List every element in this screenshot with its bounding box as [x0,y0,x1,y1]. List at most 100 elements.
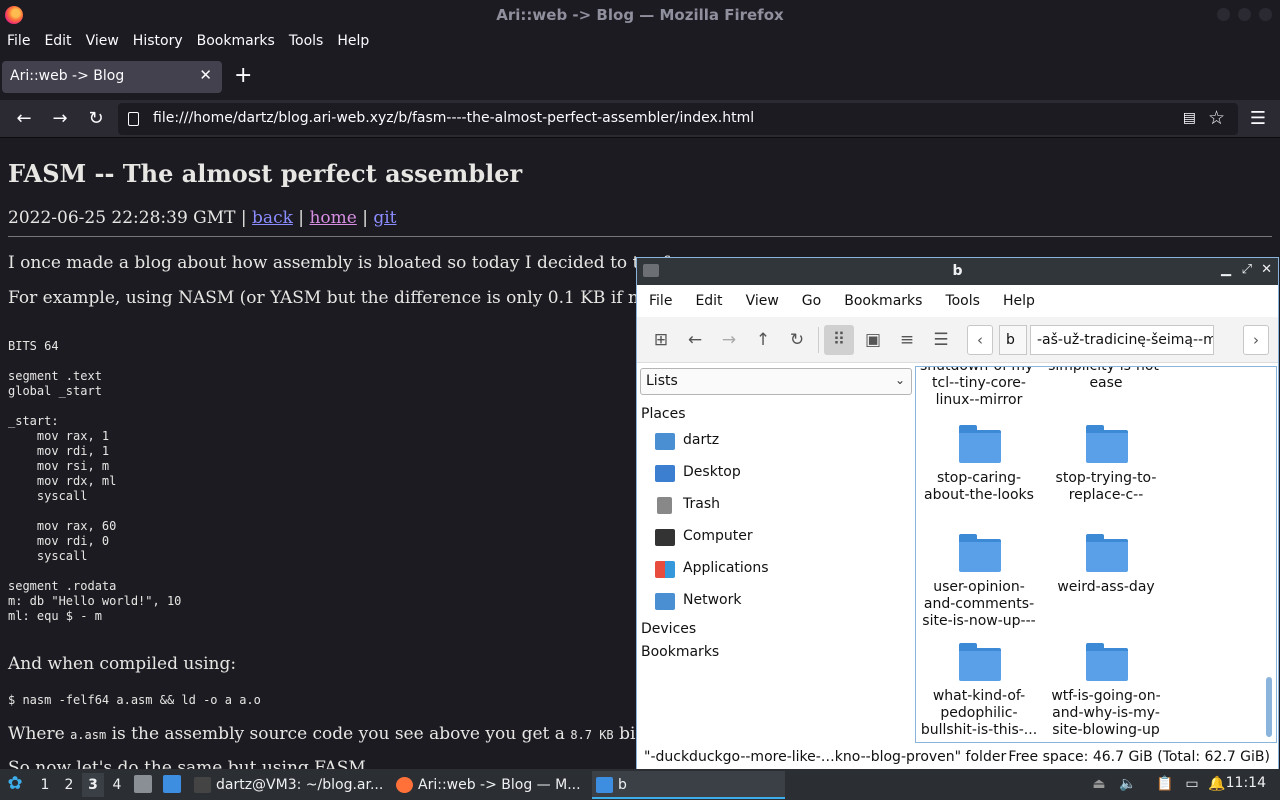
icon-view-icon[interactable]: ⠿ [824,325,854,355]
update-notifier-icon[interactable]: 🔔 [1208,775,1226,793]
close-icon[interactable]: ✕ [1261,262,1272,277]
menu-view[interactable]: View [86,29,119,55]
file-manager-launcher-icon[interactable] [134,775,152,793]
separator: | [362,208,368,228]
folder-label: weird-ass-day [1057,579,1155,595]
fm-menu-tools[interactable]: Tools [945,285,980,317]
file-manager-toolbar: ⊞ ← → ↑ ↻ ⠿ ▣ ≡ ☰ ‹ b -aš-už-tradicinę-š… [637,317,1278,363]
clipboard-icon[interactable]: 📋 [1156,775,1174,793]
place-dartz[interactable]: dartz [653,428,911,456]
workspace-2[interactable]: 2 [58,773,80,797]
new-tab-button[interactable]: + [234,63,252,89]
text: Where [8,724,71,744]
compact-view-icon[interactable]: ≡ [892,325,922,355]
fm-menu-go[interactable]: Go [802,285,821,317]
path-scroll-right-icon[interactable]: › [1243,325,1269,355]
navigation-toolbar: ← → ↻ file:///home/dartz/blog.ari-web.xy… [0,100,1280,138]
menu-bookmarks[interactable]: Bookmarks [197,29,275,55]
volume-icon[interactable]: 🔈 [1119,775,1137,793]
git-link[interactable]: git [373,208,396,228]
close-button[interactable] [1259,8,1272,21]
task-label: b [618,777,627,793]
task-label: Ari::web -> Blog — M... [418,777,581,793]
fm-menu-file[interactable]: File [649,285,672,317]
place-applications[interactable]: Applications [653,556,911,584]
back-arrow-icon[interactable]: ← [12,107,36,131]
separator: | [240,208,247,228]
toolbar-separator [818,327,819,353]
place-label: Network [683,592,742,608]
network-icon [655,593,675,610]
folder-icon [959,643,1001,681]
back-link[interactable]: back [252,208,293,228]
task-file-manager[interactable]: b [592,771,785,799]
computer-icon [655,529,675,546]
task-terminal[interactable]: dartz@VM3: ~/blog.ar... [190,771,390,799]
url-bar[interactable]: file:///home/dartz/blog.ari-web.xyz/b/fa… [118,103,1238,135]
bookmarks-heading: Bookmarks [641,644,720,660]
file-manager-titlebar: b ▁ ⤢ ✕ [637,258,1278,285]
thumbnail-view-icon[interactable]: ▣ [858,325,888,355]
reload-icon[interactable]: ↻ [782,325,812,355]
minimize-button[interactable] [1217,8,1230,21]
menu-edit[interactable]: Edit [44,29,71,55]
place-label: Computer [683,528,753,544]
paragraph-3: And when compiled using: [8,654,237,674]
inline-code: 8.7 KB [570,728,614,742]
maximize-icon[interactable]: ⤢ [1242,262,1252,277]
place-computer[interactable]: Computer [653,524,911,552]
reader-view-icon[interactable]: ▤ [1183,110,1196,126]
url-text[interactable]: file:///home/dartz/blog.ari-web.xyz/b/fa… [153,110,754,126]
side-pane-mode-select[interactable]: Lists ⌄ [640,368,912,395]
minimize-icon[interactable]: ▁ [1221,262,1231,277]
desktop-icon [655,465,675,482]
path-segment-current[interactable]: -aš-už-tradicinę-šeimą--mover [1030,325,1214,355]
folder-icon-view: shutdown-of-my-tcl--tiny-core-linux--mir… [915,366,1277,743]
firefox-window-controls [1217,8,1272,21]
network-status-icon[interactable]: ▭ [1183,775,1201,793]
divider [8,236,1272,237]
path-scroll-left-icon[interactable]: ‹ [967,325,993,355]
code-block: BITS 64 segment .text global _start _sta… [8,339,182,623]
menu-tools[interactable]: Tools [289,29,324,55]
fm-menu-edit[interactable]: Edit [695,285,722,317]
workspace-4[interactable]: 4 [106,773,128,797]
vertical-scrollbar[interactable] [1266,677,1272,737]
devices-heading: Devices [641,621,697,637]
hamburger-menu-icon[interactable]: ☰ [1250,108,1266,129]
close-tab-icon[interactable]: ✕ [199,66,212,84]
bookmark-star-icon[interactable]: ☆ [1208,107,1225,129]
home-link[interactable]: home [309,208,356,228]
applications-icon [655,561,675,578]
forward-arrow-icon[interactable]: → [48,107,72,131]
new-tab-icon[interactable]: ⊞ [646,325,676,355]
tab-blog[interactable]: Ari::web -> Blog ✕ [2,61,222,93]
forward-arrow-icon[interactable]: → [714,325,744,355]
task-firefox[interactable]: Ari::web -> Blog — M... [392,771,592,799]
menu-history[interactable]: History [133,29,183,55]
clock[interactable]: 11:14 [1226,775,1266,791]
start-menu-icon[interactable]: ✿ [6,775,24,793]
reload-icon[interactable]: ↻ [84,107,108,131]
up-arrow-icon[interactable]: ↑ [748,325,778,355]
eject-icon[interactable]: ⏏ [1090,775,1108,793]
path-segment-b[interactable]: b [999,325,1027,355]
workspace-1[interactable]: 1 [34,773,56,797]
maximize-button[interactable] [1238,8,1251,21]
workspace-3[interactable]: 3 [82,773,104,797]
fm-menu-bookmarks[interactable]: Bookmarks [844,285,922,317]
paragraph-4: Where a.asm is the assembly source code … [8,724,674,744]
inline-code: a.asm [70,728,107,742]
detailed-list-view-icon[interactable]: ☰ [926,325,956,355]
fm-menu-view[interactable]: View [746,285,779,317]
menu-file[interactable]: File [7,29,30,55]
desktop-launcher-icon[interactable] [163,775,181,793]
menu-help[interactable]: Help [337,29,369,55]
firefox-titlebar: Ari::web -> Blog — Mozilla Firefox [0,0,1280,29]
place-network[interactable]: Network [653,588,911,616]
place-label: dartz [683,432,720,448]
back-arrow-icon[interactable]: ← [680,325,710,355]
fm-menu-help[interactable]: Help [1003,285,1035,317]
place-desktop[interactable]: Desktop [653,460,911,488]
place-trash[interactable]: Trash [653,492,911,520]
